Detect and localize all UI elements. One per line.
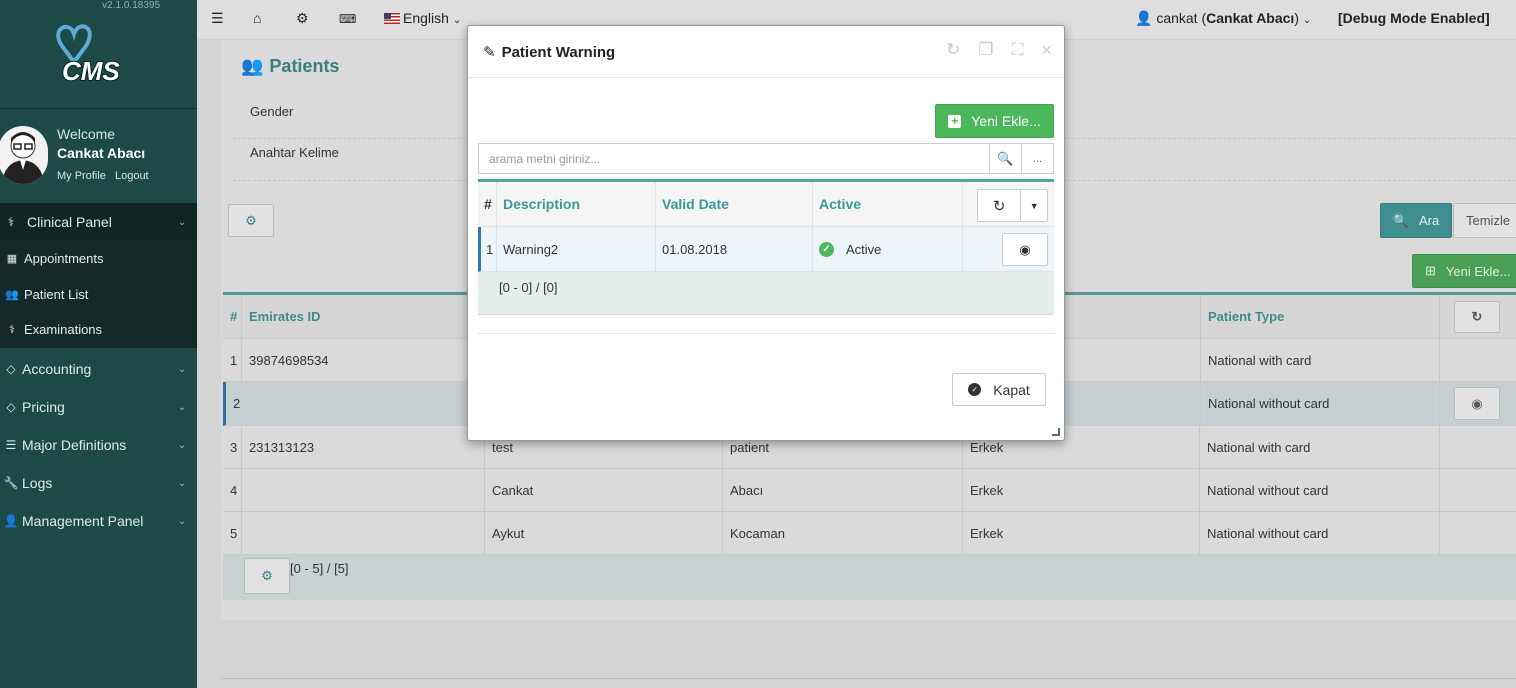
close-button[interactable]: ✓ Kapat <box>952 373 1046 406</box>
patient-warning-modal: ✎ Patient Warning ↻ ❐ ⛶ × + Yeni Ekle... … <box>467 25 1065 441</box>
table-row[interactable]: 1 Warning2 01.08.2018 ✓ Active ◉ <box>478 227 1054 272</box>
sidebar-item-management-panel[interactable]: 👤 Management Panel ⌄ <box>0 502 197 540</box>
cell-active: ✓ Active <box>813 227 963 271</box>
col-header-active[interactable]: Active <box>813 182 963 226</box>
user-icon: 👤 <box>3 514 19 528</box>
sidebar: v2.1.0.18395 CMS Welcome Cankat Abacı My… <box>0 0 197 688</box>
eye-icon: ◉ <box>1019 241 1031 257</box>
modal-divider <box>478 333 1054 334</box>
more-button[interactable]: ... <box>1021 144 1053 173</box>
sidebar-item-accounting[interactable]: ◇ Accounting ⌄ <box>0 350 197 388</box>
my-profile-link[interactable]: My Profile <box>57 170 106 182</box>
sidebar-item-label: Logs <box>22 475 53 491</box>
user-name: Cankat Abacı <box>57 145 146 161</box>
tag-icon: ◇ <box>6 362 16 376</box>
app-version: v2.1.0.18395 <box>102 0 160 11</box>
list-icon: ☰ <box>5 438 17 452</box>
user-panel: Welcome Cankat Abacı My Profile Logout <box>0 122 197 192</box>
sidebar-item-patient-list[interactable]: 👥 Patient List <box>0 276 197 312</box>
view-button[interactable]: ◉ <box>1002 233 1048 266</box>
sidebar-item-label: Major Definitions <box>22 437 127 453</box>
row-number: 1 <box>481 227 497 271</box>
sidebar-subitem-label: Patient List <box>24 286 89 302</box>
sidebar-item-logs[interactable]: 🔧 Logs ⌄ <box>0 464 197 502</box>
caret-down-icon[interactable]: ▼ <box>1021 190 1047 221</box>
modal-header: ✎ Patient Warning ↻ ❐ ⛶ × <box>468 26 1064 78</box>
col-header-hash: # <box>478 182 497 226</box>
chevron-down-icon: ⌄ <box>177 515 187 527</box>
restore-icon[interactable]: ❐ <box>978 40 993 61</box>
sidebar-item-pricing[interactable]: ◇ Pricing ⌄ <box>0 388 197 426</box>
warnings-table: # Description Valid Date Active ↻ ▼ 1 Wa… <box>478 179 1054 315</box>
edit-icon: ✎ <box>483 44 496 61</box>
refresh-icon[interactable]: ↻ <box>978 190 1022 221</box>
cell-valid-date: 01.08.2018 <box>656 227 813 271</box>
cell-description: Warning2 <box>497 227 656 271</box>
sidebar-item-major-definitions[interactable]: ☰ Major Definitions ⌄ <box>0 426 197 464</box>
welcome-label: Welcome <box>57 126 116 142</box>
chevron-down-icon: ⌄ <box>177 477 187 489</box>
sidebar-subitem-label: Appointments <box>24 250 104 266</box>
logout-link[interactable]: Logout <box>115 170 149 182</box>
chevron-down-icon: ⌄ <box>177 401 187 413</box>
stethoscope-icon: ⚕ <box>7 215 15 229</box>
refresh-icon[interactable]: ↻ <box>946 40 960 61</box>
modal-title: ✎ Patient Warning <box>483 44 616 61</box>
search-bar: 🔍 ... <box>478 143 1054 174</box>
avatar <box>0 126 48 184</box>
add-warning-button[interactable]: + Yeni Ekle... <box>935 104 1054 138</box>
add-warning-label: Yeni Ekle... <box>971 113 1041 129</box>
cms-logo: CMS <box>40 18 121 88</box>
chevron-down-icon: ⌄ <box>177 439 187 451</box>
pager-label: [0 - 0] / [0] <box>499 280 558 295</box>
col-header-description[interactable]: Description <box>497 182 656 226</box>
maximize-icon[interactable]: ⛶ <box>1012 40 1024 61</box>
table-actions: ↻ ▼ <box>977 189 1048 222</box>
stethoscope-icon: ⚕ <box>9 324 15 336</box>
check-circle-icon: ✓ <box>968 383 982 396</box>
check-circle-icon: ✓ <box>819 241 834 257</box>
search-icon[interactable]: 🔍 <box>989 144 1021 173</box>
sidebar-item-label: Clinical Panel <box>27 214 112 230</box>
sidebar-item-label: Management Panel <box>22 513 144 529</box>
chevron-down-icon: ⌄ <box>177 363 187 375</box>
search-input[interactable] <box>479 144 989 173</box>
close-icon[interactable]: × <box>1041 40 1052 61</box>
sidebar-divider <box>0 108 197 109</box>
resize-handle[interactable] <box>1052 428 1060 436</box>
users-icon: 👥 <box>5 288 19 301</box>
plus-icon: + <box>948 114 962 128</box>
tag-icon: ◇ <box>6 400 16 414</box>
chevron-down-icon: ⌄ <box>177 216 187 228</box>
sidebar-item-examinations[interactable]: ⚕ Examinations <box>0 312 197 348</box>
sidebar-subitem-label: Examinations <box>24 322 103 337</box>
table-footer: [0 - 0] / [0] <box>478 272 1054 315</box>
table-header: # Description Valid Date Active ↻ ▼ <box>478 182 1054 227</box>
sidebar-item-label: Pricing <box>22 399 65 415</box>
col-header-valid-date[interactable]: Valid Date <box>656 182 813 226</box>
close-button-label: Kapat <box>993 381 1030 398</box>
sidebar-item-appointments[interactable]: ▦ Appointments <box>0 240 197 276</box>
logo-text: CMS <box>62 56 120 86</box>
wrench-icon: 🔧 <box>3 476 19 490</box>
calendar-icon: ▦ <box>6 252 18 265</box>
sidebar-item-clinical-panel[interactable]: ⚕ Clinical Panel ⌄ <box>0 203 197 241</box>
sidebar-item-label: Accounting <box>22 361 92 377</box>
